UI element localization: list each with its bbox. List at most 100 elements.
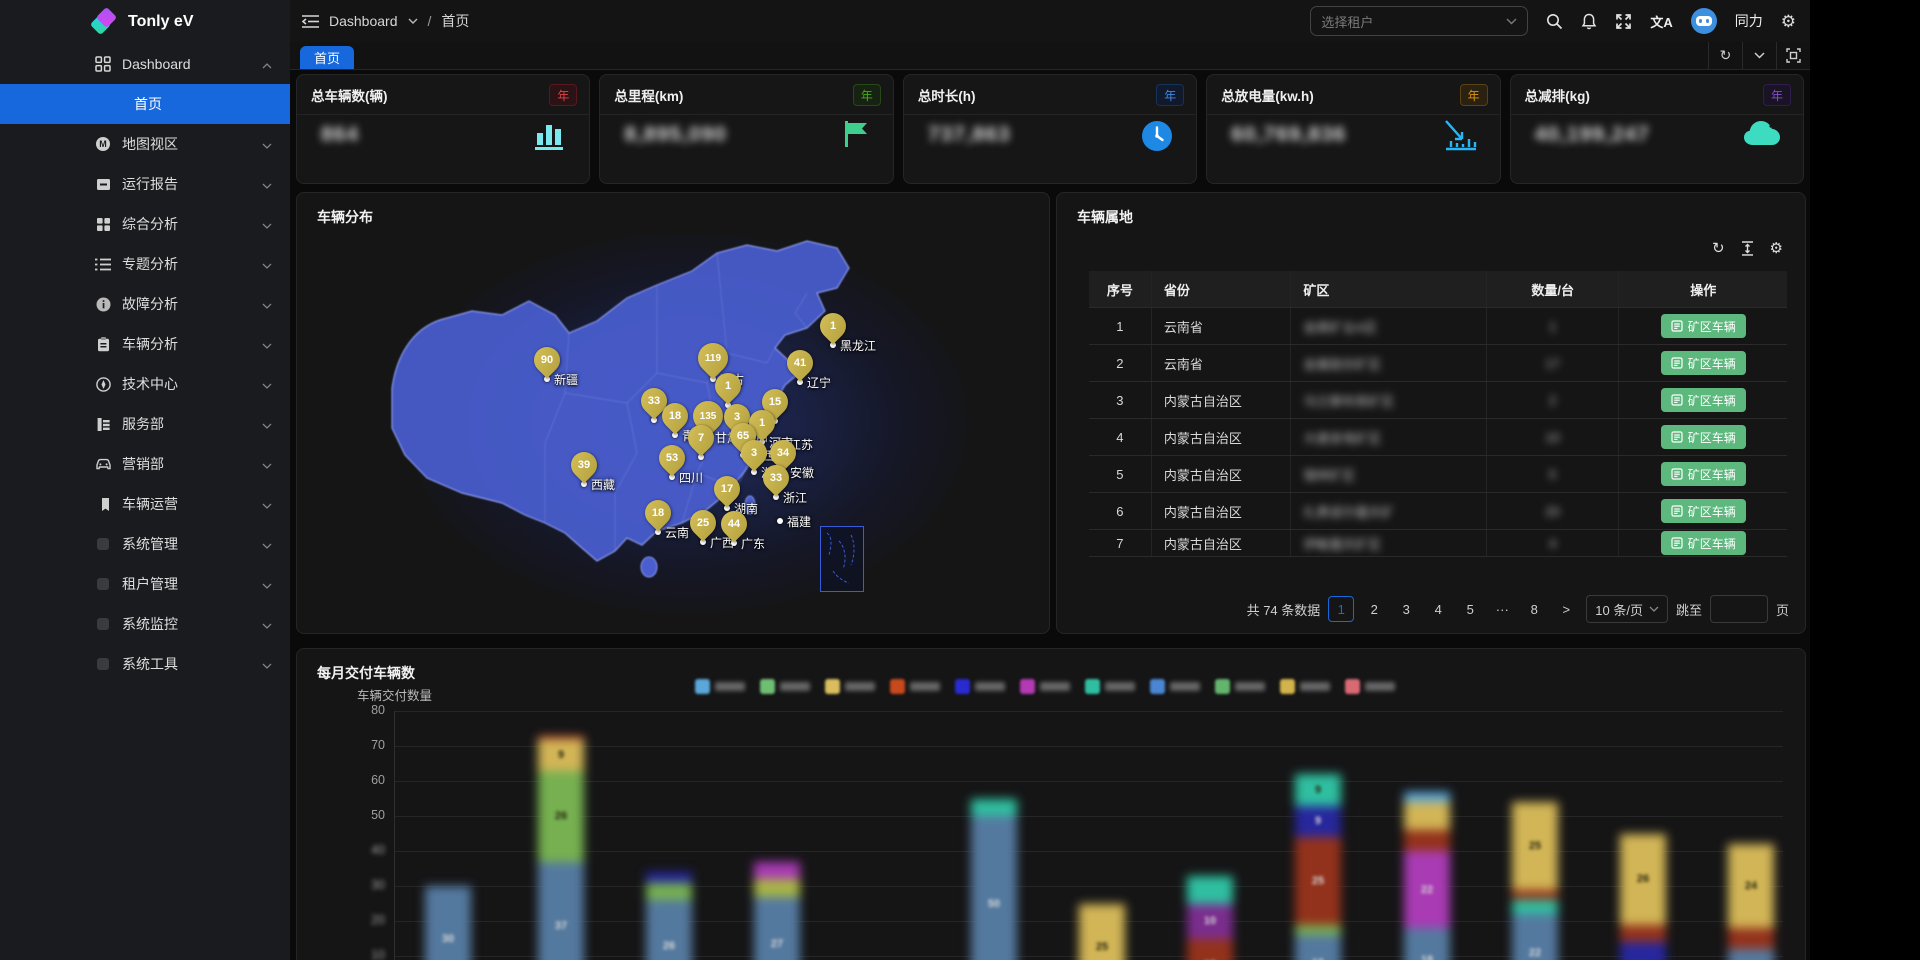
table-row: 6 内蒙古自治区 扎赉诺尔露天矿 20 矿区车辆 bbox=[1089, 493, 1787, 530]
map-pin-广东[interactable]: 44 bbox=[715, 505, 753, 543]
sidebar-menu: Dashboard 首页 M 地图视区 运行报告 综合分析 专题分析 故障分析 车辆分析 技术中心… bbox=[0, 44, 290, 684]
sidebar-item-车辆运营[interactable]: 车辆运营 bbox=[0, 484, 290, 524]
page-size-select[interactable]: 10 条/页 bbox=[1586, 595, 1668, 623]
legend-item-9[interactable] bbox=[1215, 679, 1265, 694]
legend-item-8[interactable] bbox=[1150, 679, 1200, 694]
legend-item-1[interactable] bbox=[695, 679, 745, 694]
mine-vehicles-label: 矿区车辆 bbox=[1687, 319, 1736, 334]
translate-icon[interactable]: 文A bbox=[1650, 12, 1672, 31]
mine-vehicles-button[interactable]: 矿区车辆 bbox=[1660, 314, 1746, 338]
bar-value-label: 22 bbox=[1528, 946, 1542, 959]
pagination-next[interactable]: > bbox=[1554, 597, 1578, 621]
legend-item-5[interactable] bbox=[955, 679, 1005, 694]
column-height-icon[interactable] bbox=[1741, 240, 1754, 256]
cell-quantity-redacted: 20 bbox=[1487, 493, 1620, 529]
mine-vehicles-button[interactable]: 矿区车辆 bbox=[1660, 499, 1746, 523]
map-pin-黑龙江[interactable]: 1 bbox=[814, 307, 852, 345]
legend-item-6[interactable] bbox=[1020, 679, 1070, 694]
legend-item-11[interactable] bbox=[1345, 679, 1395, 694]
mine-vehicles-button[interactable]: 矿区车辆 bbox=[1660, 531, 1746, 555]
sidebar-item-Dashboard[interactable]: Dashboard bbox=[0, 44, 290, 84]
pin-count: 90 bbox=[540, 354, 554, 366]
map-pin-青海[interactable]: 18 bbox=[656, 397, 694, 435]
map-pin-蒙古[interactable]: 119 bbox=[691, 336, 735, 380]
username[interactable]: 同力 bbox=[1735, 11, 1763, 31]
legend-item-10[interactable] bbox=[1280, 679, 1330, 694]
chevron-down-icon bbox=[408, 18, 417, 24]
map-pin-新疆[interactable]: 90 bbox=[528, 341, 566, 379]
refresh-icon[interactable]: ↻ bbox=[1708, 42, 1742, 69]
sidebar-item-租户管理[interactable]: 租户管理 bbox=[0, 564, 290, 604]
maximize-icon[interactable] bbox=[1776, 42, 1810, 69]
map-pin-广西[interactable]: 25 bbox=[684, 504, 722, 542]
refresh-icon[interactable]: ↻ bbox=[1712, 239, 1725, 257]
jump-page-input[interactable] bbox=[1709, 595, 1768, 623]
kpi-period-badge[interactable]: 年 bbox=[852, 84, 881, 106]
map-pin-西藏[interactable]: 39 bbox=[565, 446, 603, 484]
sidebar-item-车辆分析[interactable]: 车辆分析 bbox=[0, 324, 290, 364]
sidebar-subitem-首页[interactable]: 首页 bbox=[0, 84, 290, 124]
legend-item-2[interactable] bbox=[760, 679, 810, 694]
compass-icon bbox=[94, 375, 112, 393]
sidebar-item-技术中心[interactable]: 技术中心 bbox=[0, 364, 290, 404]
sidebar-item-系统工具[interactable]: 系统工具 bbox=[0, 644, 290, 684]
menu-fold-icon[interactable] bbox=[302, 14, 319, 29]
bar-chart-icon bbox=[533, 119, 567, 156]
kpi-period-badge[interactable]: 年 bbox=[549, 84, 578, 106]
map-pin-辽宁[interactable]: 41 bbox=[781, 344, 819, 382]
kpi-period-badge[interactable]: 年 bbox=[1763, 84, 1792, 106]
sidebar-item-专题分析[interactable]: 专题分析 bbox=[0, 244, 290, 284]
legend-item-4[interactable] bbox=[890, 679, 940, 694]
mine-vehicles-button[interactable]: 矿区车辆 bbox=[1660, 462, 1746, 486]
sidebar-item-服务部[interactable]: 服务部 bbox=[0, 404, 290, 444]
kpi-period-badge[interactable]: 年 bbox=[1156, 84, 1185, 106]
kpi-title: 总车辆数(辆) bbox=[311, 89, 388, 104]
chart-bar-labels: 3037269262750251510162599182222251426122… bbox=[297, 649, 1805, 960]
pagination-page-2[interactable]: 2 bbox=[1362, 597, 1386, 621]
sidebar-item-综合分析[interactable]: 综合分析 bbox=[0, 204, 290, 244]
mine-vehicles-button[interactable]: 矿区车辆 bbox=[1660, 388, 1746, 412]
map-pin-1[interactable]: 1 bbox=[709, 367, 747, 405]
sidebar-item-系统监控[interactable]: 系统监控 bbox=[0, 604, 290, 644]
sidebar-item-地图视区[interactable]: M 地图视区 bbox=[0, 124, 290, 164]
map-province-label: 浙江 bbox=[783, 491, 808, 505]
gear-icon[interactable]: ⚙ bbox=[1770, 241, 1783, 256]
fullscreen-icon[interactable] bbox=[1615, 13, 1632, 30]
map-pin-7[interactable]: 7 bbox=[682, 419, 720, 457]
gear-icon[interactable]: ⚙ bbox=[1781, 13, 1796, 30]
legend-item-7[interactable] bbox=[1085, 679, 1135, 694]
tab-home[interactable]: 首页 bbox=[300, 46, 355, 69]
map-pin-云南[interactable]: 18 bbox=[639, 494, 677, 532]
avatar[interactable] bbox=[1690, 8, 1717, 34]
map-pin-湖南[interactable]: 17 bbox=[708, 470, 746, 508]
pagination-page-1[interactable]: 1 bbox=[1328, 596, 1355, 622]
tenant-select[interactable]: 选择租户 bbox=[1310, 6, 1529, 36]
mine-vehicles-button[interactable]: 矿区车辆 bbox=[1660, 351, 1746, 375]
bell-icon[interactable] bbox=[1581, 13, 1597, 30]
chevron-down-icon[interactable] bbox=[1742, 42, 1776, 69]
pagination-page-4[interactable]: 4 bbox=[1426, 597, 1450, 621]
legend-item-3[interactable] bbox=[825, 679, 875, 694]
mine-vehicles-button[interactable]: 矿区车辆 bbox=[1660, 425, 1746, 449]
search-icon[interactable] bbox=[1546, 13, 1563, 30]
clock-icon bbox=[1140, 119, 1174, 158]
sidebar-item-营销部[interactable]: 营销部 bbox=[0, 444, 290, 484]
map-pin-四川[interactable]: 53 bbox=[653, 439, 691, 477]
dim-icon bbox=[94, 575, 112, 593]
sidebar-item-系统管理[interactable]: 系统管理 bbox=[0, 524, 290, 564]
chevron-down-icon bbox=[262, 256, 272, 272]
kpi-value-redacted: 864 bbox=[321, 123, 360, 146]
map-pin-湖北[interactable]: 3 bbox=[735, 434, 773, 472]
sidebar-item-故障分析[interactable]: 故障分析 bbox=[0, 284, 290, 324]
bar-value-label: 18 bbox=[1420, 953, 1434, 960]
pagination-page-5[interactable]: 5 bbox=[1458, 597, 1482, 621]
map-pin-安徽[interactable]: 34 bbox=[764, 434, 802, 472]
kpi-period-badge[interactable]: 年 bbox=[1459, 84, 1488, 106]
sidebar-item-label: 服务部 bbox=[122, 416, 164, 432]
sidebar-item-运行报告[interactable]: 运行报告 bbox=[0, 164, 290, 204]
map-pin-浙江[interactable]: 33 bbox=[757, 459, 795, 497]
kpi-value-redacted: 737,863 bbox=[927, 123, 1011, 146]
pagination-page-3[interactable]: 3 bbox=[1394, 597, 1418, 621]
breadcrumb-root[interactable]: Dashboard bbox=[329, 13, 398, 29]
pagination-page-8[interactable]: 8 bbox=[1522, 597, 1546, 621]
